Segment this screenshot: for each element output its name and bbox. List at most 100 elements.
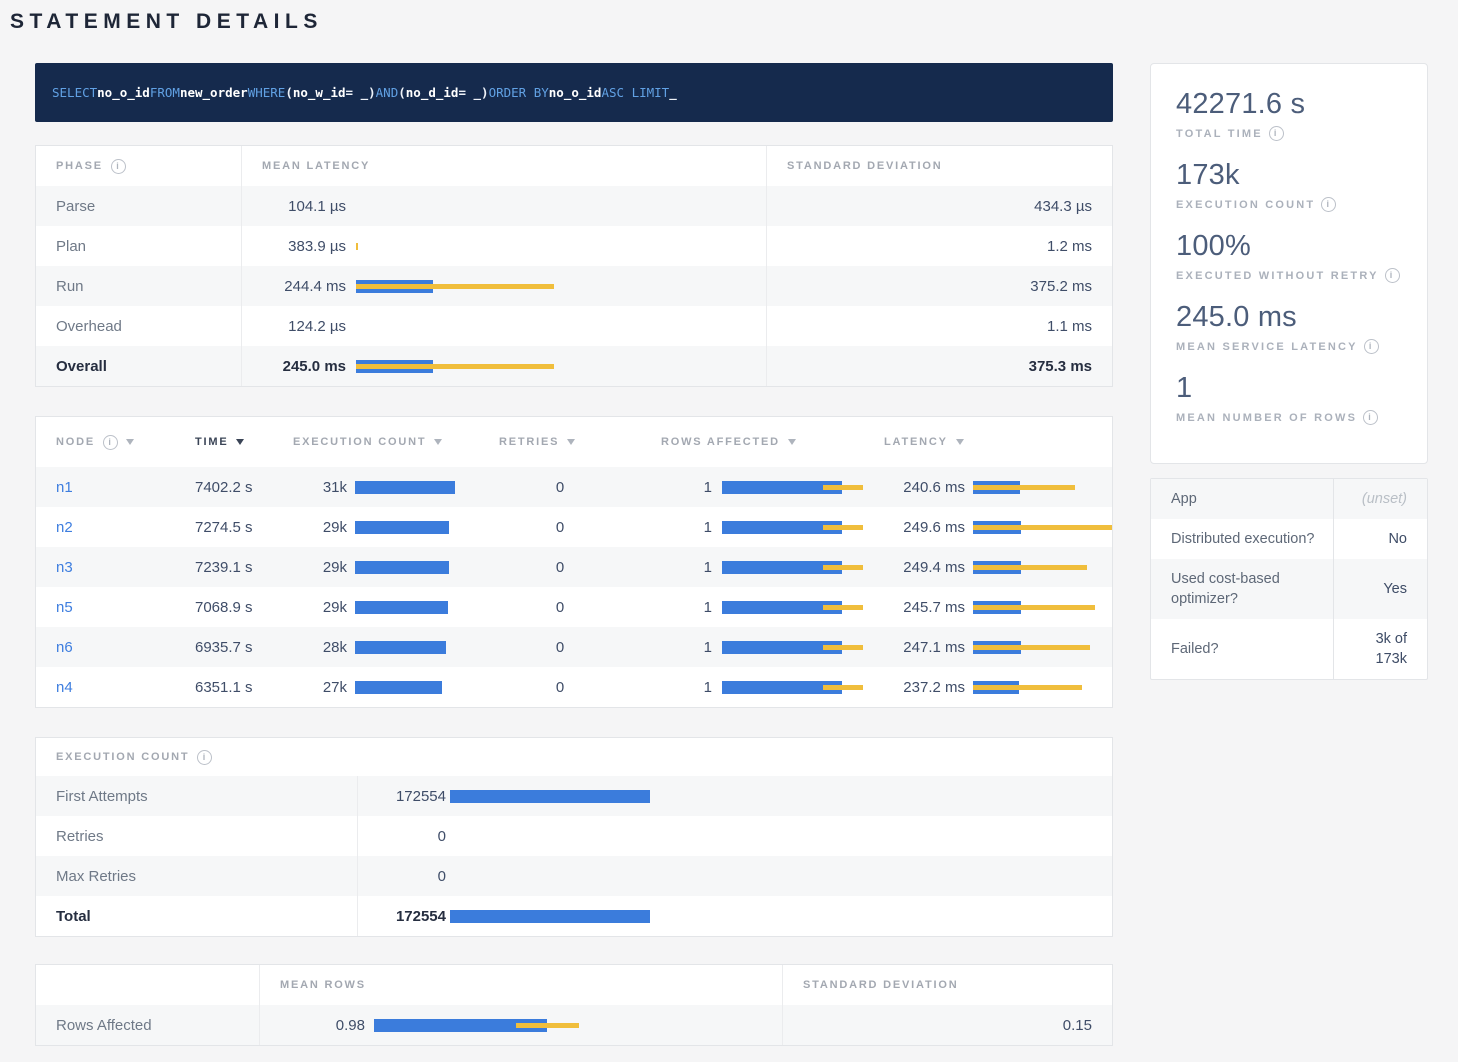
phase-label: Run bbox=[36, 266, 241, 306]
phase-row: Plan383.9 µs1.2 ms bbox=[36, 226, 1112, 266]
phase-row: Overhead124.2 µs1.1 ms bbox=[36, 306, 1112, 346]
rows-affected-bar bbox=[722, 561, 864, 574]
execution-count-cell: 28k bbox=[273, 627, 479, 667]
phase-row: Parse104.1 µs434.3 µs bbox=[36, 186, 1112, 226]
stat-label: MEAN SERVICE LATENCY bbox=[1176, 341, 1358, 353]
sort-arrow-icon bbox=[236, 439, 244, 445]
latency-bar bbox=[973, 521, 1112, 534]
page-layout: SELECT no_o_id FROM new_order WHERE (no_… bbox=[35, 63, 1458, 1046]
mean-latency-header-label: MEAN LATENCY bbox=[262, 160, 370, 172]
stddev-bar-segment bbox=[973, 685, 1082, 690]
stat-mean-service-latency: 245.0 ms MEAN SERVICE LATENCY i bbox=[1176, 301, 1403, 354]
column-header-latency[interactable]: LATENCY bbox=[864, 417, 1112, 467]
stddev-bar-segment bbox=[516, 1023, 579, 1028]
rows-affected-cell: 1 bbox=[641, 507, 864, 547]
mean-bar-segment bbox=[355, 681, 442, 694]
sql-token: _ bbox=[669, 85, 677, 100]
execution-count-cell: 31k bbox=[273, 467, 479, 507]
time-cell: 7239.1 s bbox=[173, 547, 273, 587]
mean-latency-cell: 104.1 µs bbox=[241, 186, 766, 226]
node-table: NODEi TIME EXECUTION COUNT RETRIESROWS AFFE… bbox=[35, 416, 1113, 708]
node-table-header: NODEi TIME EXECUTION COUNT RETRIESROWS AFFE… bbox=[36, 417, 1112, 467]
stddev-bar-segment bbox=[973, 485, 1075, 490]
column-header-node[interactable]: NODEi bbox=[36, 417, 173, 467]
latency-cell: 249.4 ms bbox=[864, 547, 1112, 587]
sort-arrow-icon bbox=[956, 439, 964, 445]
node-link[interactable]: n1 bbox=[56, 479, 73, 496]
stat-value: 100% bbox=[1176, 230, 1403, 263]
rows-affected-table-header: MEAN ROWS STANDARD DEVIATION bbox=[36, 965, 1112, 1005]
sql-token: no_o_id bbox=[549, 85, 602, 100]
rows-affected-row: Rows Affected0.980.15 bbox=[36, 1005, 1112, 1045]
details-row: Distributed execution?No bbox=[1151, 519, 1427, 559]
mean-latency-cell: 124.2 µs bbox=[241, 306, 766, 346]
info-icon[interactable]: i bbox=[1321, 197, 1336, 212]
phase-header-label: PHASE bbox=[56, 160, 103, 172]
node-cell: n2 bbox=[36, 507, 173, 547]
column-header-label: TIME bbox=[195, 436, 228, 448]
rows-affected-cell: 1 bbox=[641, 667, 864, 707]
mean-bar-segment bbox=[355, 561, 449, 574]
latency-cell: 249.6 ms bbox=[864, 507, 1112, 547]
details-value: 3k of 173k bbox=[1333, 619, 1427, 679]
node-link[interactable]: n5 bbox=[56, 599, 73, 616]
latency-cell: 245.7 ms bbox=[864, 587, 1112, 627]
mean-rows-cell: 0.98 bbox=[259, 1005, 782, 1045]
mean-rows-bar bbox=[374, 1019, 782, 1032]
column-header-rows-affected[interactable]: ROWS AFFECTED bbox=[641, 417, 864, 467]
stddev-value: 375.2 ms bbox=[766, 266, 1112, 306]
info-icon[interactable]: i bbox=[111, 159, 126, 174]
execution-count-row: Total172554 bbox=[36, 896, 1112, 936]
rows-affected-blank-header bbox=[36, 965, 259, 1005]
execution-count-bar bbox=[355, 601, 479, 614]
column-header-execution-count[interactable]: EXECUTION COUNT bbox=[273, 417, 479, 467]
info-icon[interactable]: i bbox=[1385, 268, 1400, 283]
execution-count-bar bbox=[355, 681, 479, 694]
sql-token: ( bbox=[398, 85, 406, 100]
node-link[interactable]: n6 bbox=[56, 639, 73, 656]
rows-affected-cell: 1 bbox=[641, 547, 864, 587]
info-icon[interactable]: i bbox=[1269, 126, 1284, 141]
details-label: Distributed execution? bbox=[1151, 519, 1333, 559]
time-cell: 7402.2 s bbox=[173, 467, 273, 507]
execution-count-value: 27k bbox=[293, 679, 347, 696]
node-link[interactable]: n3 bbox=[56, 559, 73, 576]
info-icon[interactable]: i bbox=[103, 435, 118, 450]
node-link[interactable]: n2 bbox=[56, 519, 73, 536]
details-value: (unset) bbox=[1333, 479, 1427, 519]
details-row: Used cost-based optimizer?Yes bbox=[1151, 559, 1427, 619]
stddev-column-header: STANDARD DEVIATION bbox=[766, 146, 1112, 186]
mean-latency-value: 104.1 µs bbox=[262, 198, 346, 215]
execution-count-value: 172554 bbox=[358, 788, 446, 805]
column-header-label: EXECUTION COUNT bbox=[293, 436, 426, 448]
mean-latency-value: 383.9 µs bbox=[262, 238, 346, 255]
latency-value: 245.7 ms bbox=[884, 599, 965, 616]
stddev-bar-segment bbox=[973, 525, 1112, 530]
execution-count-value: 29k bbox=[293, 559, 347, 576]
mean-rows-header-label: MEAN ROWS bbox=[280, 979, 366, 991]
latency-bar bbox=[973, 561, 1112, 574]
info-icon[interactable]: i bbox=[1364, 339, 1379, 354]
column-header-time[interactable]: TIME bbox=[173, 417, 273, 467]
execution-count-cell: 29k bbox=[273, 587, 479, 627]
stat-label: EXECUTION COUNT bbox=[1176, 199, 1315, 211]
details-panel: App(unset)Distributed execution?NoUsed c… bbox=[1150, 478, 1428, 680]
rows-affected-cell: 1 bbox=[641, 467, 864, 507]
details-row: App(unset) bbox=[1151, 479, 1427, 519]
info-icon[interactable]: i bbox=[1363, 410, 1378, 425]
time-cell: 6351.1 s bbox=[173, 667, 273, 707]
details-label: App bbox=[1151, 479, 1333, 519]
column-header-retries[interactable]: RETRIES bbox=[479, 417, 641, 467]
stddev-bar-segment bbox=[823, 645, 863, 650]
node-link[interactable]: n4 bbox=[56, 679, 73, 696]
info-icon[interactable]: i bbox=[197, 750, 212, 765]
latency-bar bbox=[973, 481, 1112, 494]
mean-latency-column-header: MEAN LATENCY bbox=[241, 146, 766, 186]
sql-token: ASC LIMIT bbox=[601, 85, 669, 100]
phase-table-header: PHASE i MEAN LATENCY STANDARD DEVIATION bbox=[36, 146, 1112, 186]
sql-token: SELECT bbox=[52, 85, 97, 100]
mean-bar-segment bbox=[450, 910, 650, 923]
stat-value: 245.0 ms bbox=[1176, 301, 1403, 334]
node-row: n57068.9 s29k01245.7 ms bbox=[36, 587, 1112, 627]
latency-bar bbox=[973, 601, 1112, 614]
